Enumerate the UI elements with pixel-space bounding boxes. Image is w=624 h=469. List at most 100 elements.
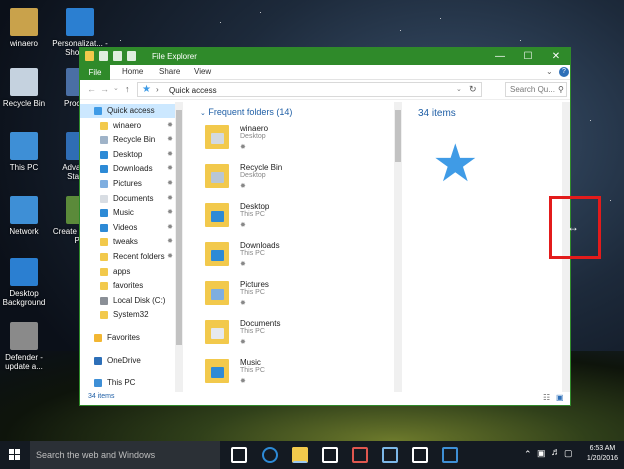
breadcrumb-chevron-icon[interactable]: › (156, 85, 159, 94)
action-center-icon[interactable]: ▢ (564, 448, 573, 459)
sidebar-item[interactable]: tweaks ✸ (80, 235, 175, 249)
desktop-icon-item[interactable]: Network (0, 196, 54, 236)
sidebar-item[interactable]: System32 (80, 308, 175, 322)
sidebar-item[interactable]: Documents ✸ (80, 192, 175, 206)
sidebar-item[interactable]: Videos ✸ (80, 221, 175, 235)
pin-icon[interactable]: ✸ (240, 299, 246, 307)
sidebar-item[interactable]: favorites (80, 279, 175, 293)
pin-icon[interactable]: ✸ (167, 148, 173, 162)
desktop-icon-item[interactable]: winaero (0, 8, 54, 48)
minimize-button[interactable]: — (486, 48, 514, 65)
folder-name: Downloads (240, 241, 280, 250)
refresh-icon[interactable]: ↻ (469, 84, 477, 95)
title-bar[interactable]: File Explorer — ☐ ✕ (80, 48, 570, 65)
taskbar-search-input[interactable]: Search the web and Windows (30, 441, 220, 469)
pin-icon[interactable]: ✸ (240, 338, 246, 346)
task-view-icon[interactable] (231, 447, 247, 463)
star-decoration (400, 30, 401, 31)
details-view-icon[interactable]: ☷ (543, 393, 550, 402)
file-explorer-icon[interactable] (292, 447, 308, 463)
content-scrollbar-thumb[interactable] (395, 110, 401, 162)
search-icon[interactable]: ⚲ (558, 85, 564, 94)
desktop-icon-item[interactable]: Recycle Bin (0, 68, 54, 108)
pin-icon[interactable]: ✸ (167, 133, 173, 147)
properties-icon[interactable] (99, 51, 108, 61)
rename-icon[interactable] (127, 51, 136, 61)
up-button[interactable]: ↑ (125, 84, 130, 94)
frequent-folder-item[interactable]: winaero Desktop ✸ (200, 122, 380, 158)
scrollbar-thumb[interactable] (176, 110, 182, 345)
folder-badge-icon (211, 250, 224, 261)
new-folder-icon[interactable] (113, 51, 122, 61)
sidebar-item[interactable]: Pictures ✸ (80, 177, 175, 191)
desktop-icon-item[interactable]: Desktop Background (0, 258, 54, 307)
large-icons-view-icon[interactable]: ▣ (556, 393, 564, 402)
start-button[interactable] (0, 441, 30, 469)
settings-icon[interactable] (412, 447, 428, 463)
volume-icon[interactable]: ♬ (551, 447, 561, 458)
address-dropdown-icon[interactable]: ⌄ (456, 85, 462, 93)
app3-icon[interactable] (442, 447, 458, 463)
sidebar-item[interactable]: Music ✸ (80, 206, 175, 220)
navigation-pane-scrollbar[interactable] (175, 102, 183, 392)
content-scrollbar[interactable] (394, 102, 402, 392)
pin-icon[interactable]: ✸ (240, 143, 246, 151)
store-icon[interactable] (322, 447, 338, 463)
resize-cursor-icon: ↔ (567, 220, 579, 234)
folder-location: This PC (240, 211, 265, 218)
desktop-icon-item[interactable]: Defender - update a... (0, 322, 54, 371)
file-explorer-window[interactable]: File Explorer — ☐ ✕ File Home Share View… (79, 47, 571, 406)
back-button[interactable]: ← (87, 84, 96, 94)
sidebar-item[interactable]: Local Disk (C:) (80, 294, 175, 308)
network-tray-icon[interactable]: ▣ (537, 448, 546, 459)
sidebar-item[interactable]: This PC (80, 376, 175, 390)
sidebar-item[interactable]: Recent folders ✸ (80, 250, 175, 264)
ribbon-expand-icon[interactable]: ⌄ (546, 67, 553, 76)
sidebar-item[interactable]: Quick access (80, 104, 175, 118)
help-icon[interactable]: ? (559, 67, 569, 77)
tab-home[interactable]: Home (122, 67, 143, 76)
pin-icon[interactable]: ✸ (167, 192, 173, 206)
recent-locations-button[interactable]: ⌄ (113, 84, 119, 92)
pin-icon[interactable]: ✸ (167, 119, 173, 133)
pin-icon[interactable]: ✸ (240, 260, 246, 268)
pin-icon[interactable]: ✸ (167, 221, 173, 235)
show-hidden-icons-icon[interactable]: ⌃ (524, 449, 532, 460)
pin-icon[interactable]: ✸ (167, 177, 173, 191)
frequent-folder-item[interactable]: Music This PC ✸ (200, 356, 380, 392)
forward-button[interactable]: → (100, 84, 109, 94)
frequent-folder-item[interactable]: Documents This PC ✸ (200, 317, 380, 353)
maximize-button[interactable]: ☐ (514, 48, 542, 65)
sidebar-item[interactable]: Desktop ✸ (80, 148, 175, 162)
frequent-folder-item[interactable]: Downloads This PC ✸ (200, 239, 380, 275)
pin-icon[interactable]: ✸ (240, 377, 246, 385)
folder-icon[interactable] (85, 51, 94, 61)
clock-time: 6:53 AM (589, 445, 616, 452)
tab-file[interactable]: File (80, 65, 110, 80)
tab-view[interactable]: View (194, 67, 211, 76)
tab-share[interactable]: Share (159, 67, 180, 76)
desktop-icon-item[interactable]: This PC (0, 132, 54, 172)
pin-icon[interactable]: ✸ (240, 221, 246, 229)
pin-icon[interactable]: ✸ (240, 182, 246, 190)
pin-icon[interactable]: ✸ (167, 235, 173, 249)
sidebar-item[interactable]: apps (80, 265, 175, 279)
frequent-folder-item[interactable]: Pictures This PC ✸ (200, 278, 380, 314)
address-field[interactable]: ★ › Quick access ⌄ ↻ (137, 82, 482, 97)
app1-icon[interactable] (352, 447, 368, 463)
pin-icon[interactable]: ✸ (167, 250, 173, 264)
pin-icon[interactable]: ✸ (167, 206, 173, 220)
app2-icon[interactable] (382, 447, 398, 463)
close-button[interactable]: ✕ (542, 48, 570, 65)
frequent-folders-header[interactable]: ⌄ Frequent folders (14) (200, 107, 292, 117)
pin-icon[interactable]: ✸ (167, 162, 173, 176)
system-clock[interactable]: 6:53 AM 1/20/2016 (587, 444, 618, 464)
sidebar-item[interactable]: Recycle Bin ✸ (80, 133, 175, 147)
edge-icon[interactable] (262, 447, 278, 463)
sidebar-item[interactable]: Downloads ✸ (80, 162, 175, 176)
frequent-folder-item[interactable]: Recycle Bin Desktop ✸ (200, 161, 380, 197)
sidebar-item[interactable]: Favorites (80, 331, 175, 345)
frequent-folder-item[interactable]: Desktop This PC ✸ (200, 200, 380, 236)
sidebar-item[interactable]: winaero ✸ (80, 119, 175, 133)
sidebar-item[interactable]: OneDrive (80, 354, 175, 368)
